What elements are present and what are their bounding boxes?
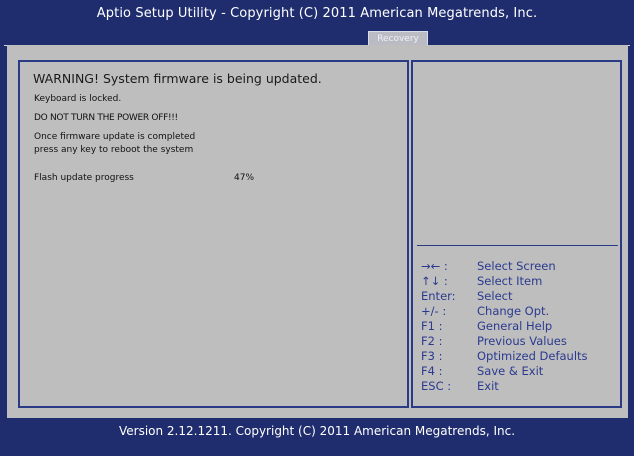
help-key: ESC : [421,379,452,393]
help-key: F3 : [421,349,443,363]
help-row-change-opt: +/- : Change Opt. [421,304,621,319]
help-row-general-help: F1 : General Help [421,319,621,334]
reboot-instruction-line2: press any key to reboot the system [34,145,194,155]
status-pane: WARNING! System firmware is being update… [18,60,409,408]
help-key: ↑↓ : [421,274,448,288]
progress-label: Flash update progress [34,173,134,183]
help-divider [417,245,618,246]
help-desc: Previous Values [477,334,567,348]
power-warning-text: DO NOT TURN THE POWER OFF!!! [34,113,178,123]
help-key: F2 : [421,334,443,348]
progress-value: 47% [234,173,255,183]
help-desc: Exit [477,379,499,393]
help-row-exit: ESC : Exit [421,379,621,394]
header-title: Aptio Setup Utility - Copyright (C) 2011… [96,6,538,21]
main-panel: WARNING! System firmware is being update… [7,45,628,418]
help-row-select-item: ↑↓ : Select Item [421,274,621,289]
tab-recovery[interactable]: Recovery [368,31,428,46]
help-key: →← : [421,259,448,273]
help-row-select: Enter: Select [421,289,621,304]
keyboard-locked-text: Keyboard is locked. [34,94,122,104]
help-desc: Optimized Defaults [477,349,588,363]
help-desc: Select Item [477,274,543,288]
help-row-select-screen: →← : Select Screen [421,259,621,274]
help-key: F4 : [421,364,443,378]
help-key: F1 : [421,319,443,333]
help-desc: Save & Exit [477,364,544,378]
help-row-save-exit: F4 : Save & Exit [421,364,621,379]
key-help-list: →← : Select Screen ↑↓ : Select Item Enter:… [421,259,621,394]
help-desc: Change Opt. [477,304,550,318]
reboot-instruction-line1: Once firmware update is completed [34,132,196,142]
help-desc: Select [477,289,513,303]
help-desc: General Help [477,319,553,333]
tab-bar [4,29,630,46]
help-key: Enter: [421,289,456,303]
help-row-optimized-defaults: F3 : Optimized Defaults [421,349,621,364]
warning-text: WARNING! System firmware is being update… [33,71,322,86]
help-row-previous-values: F2 : Previous Values [421,334,621,349]
help-pane: →← : Select Screen ↑↓ : Select Item Enter:… [411,60,622,408]
help-key: +/- : [421,304,447,318]
help-desc: Select Screen [477,259,556,273]
footer-version: Version 2.12.1211. Copyright (C) 2011 Am… [118,424,516,438]
bios-screen: Aptio Setup Utility - Copyright (C) 2011… [0,0,634,456]
